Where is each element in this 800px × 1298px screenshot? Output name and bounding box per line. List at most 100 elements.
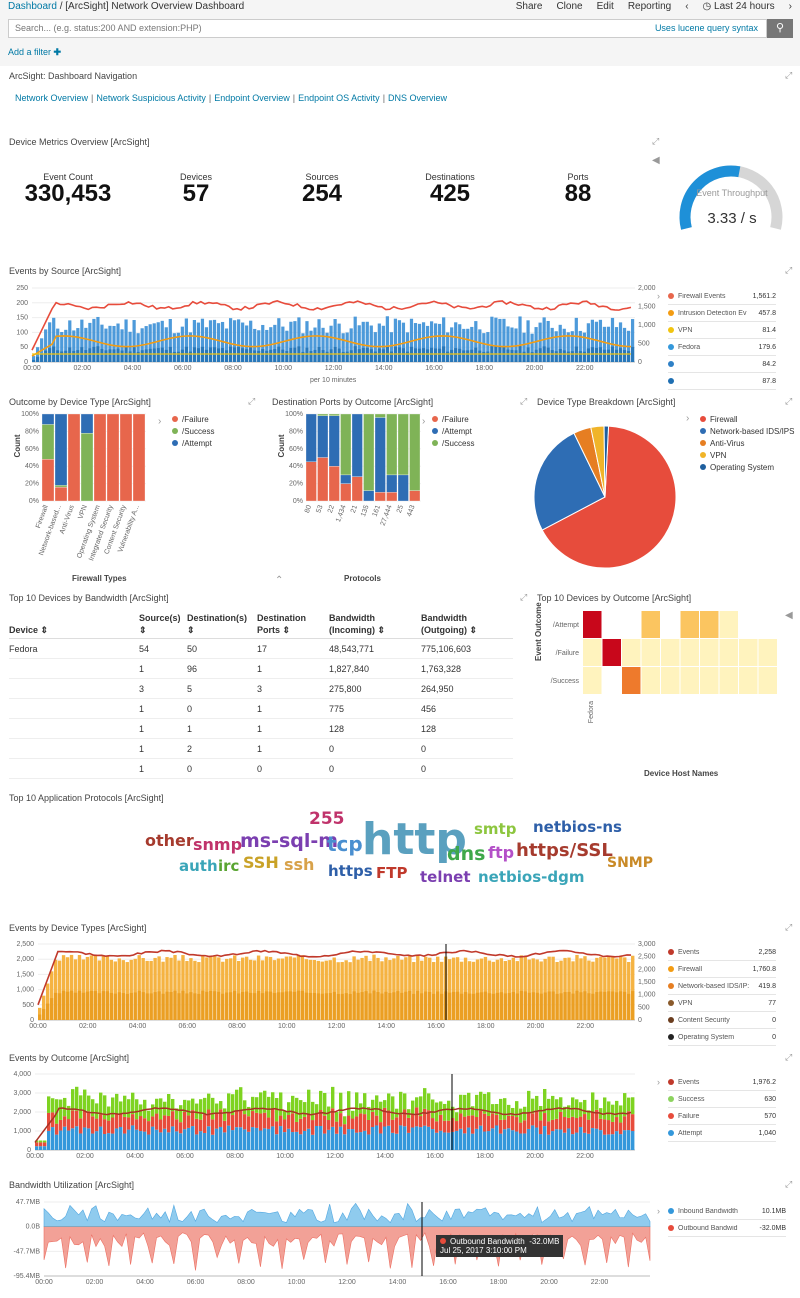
heat-cell[interactable] — [641, 667, 661, 694]
column-header[interactable]: Device ⇕ — [9, 612, 139, 639]
time-picker[interactable]: ◷ Last 24 hours — [703, 1, 775, 12]
events-outcome-chart[interactable]: 4,0003,0002,0001,000000:00 02:00 04:00 06:0… — [0, 1070, 665, 1165]
heat-cell[interactable] — [719, 667, 739, 694]
legend-item[interactable]: Operating System 0 — [668, 1029, 776, 1046]
protocol-word[interactable]: SNMP — [607, 856, 653, 870]
time-next-icon[interactable]: › — [789, 1, 792, 12]
legend-toggle-icon[interactable]: › — [422, 416, 425, 427]
heat-cell[interactable] — [739, 667, 758, 694]
heat-cell[interactable] — [680, 639, 700, 666]
legend-toggle-icon[interactable]: › — [657, 1077, 660, 1087]
protocol-word[interactable]: snmp — [193, 837, 242, 853]
table-row[interactable]: 1 96 1 1,827,840 1,763,328 — [9, 658, 513, 679]
expand-icon[interactable]: ⤢ — [520, 592, 527, 603]
breadcrumb-dashboard-link[interactable]: Dashboard — [8, 1, 57, 12]
edit-button[interactable]: Edit — [597, 1, 614, 12]
legend-item[interactable]: Attempt 1,040 — [668, 1125, 776, 1142]
device-breakdown-pie[interactable] — [533, 425, 683, 575]
table-row[interactable]: Fedora 54 50 17 48,543,771 775,106,603 — [9, 638, 513, 659]
protocol-word[interactable]: SSH — [243, 855, 279, 871]
heat-cell[interactable] — [700, 639, 719, 666]
heat-cell[interactable] — [719, 639, 739, 666]
heat-cell[interactable] — [661, 639, 680, 666]
events-device-types-chart[interactable]: 2,500 2,000 1,500 1,000 500 0 3,000 2,500 2,000 1… — [0, 940, 665, 1035]
legend-item[interactable]: 87.8 — [668, 373, 776, 390]
heat-cell[interactable] — [719, 611, 739, 638]
column-header[interactable]: Destination Ports ⇕ — [257, 612, 329, 639]
events-by-source-chart[interactable]: 2502001501005002,0001,5001,000500000:00 0… — [0, 282, 665, 387]
legend-item[interactable]: Intrusion Detection Ev 457.8 — [668, 305, 776, 322]
heat-cell[interactable] — [739, 639, 758, 666]
legend-item[interactable]: Events 1,976.2 — [668, 1074, 776, 1091]
table-row[interactable]: 10000 — [9, 758, 513, 779]
protocol-word[interactable]: netbios-ns — [533, 820, 622, 835]
legend-item[interactable]: Outbound Bandwid -32.0MB — [668, 1220, 786, 1237]
legend-item[interactable]: Network-based IDS/IP: 419.8 — [668, 978, 776, 995]
legend-item[interactable]: /Success — [432, 437, 474, 449]
protocol-word[interactable]: auth — [179, 859, 218, 874]
expand-icon[interactable]: ⤢ — [785, 1052, 792, 1063]
legend-item[interactable]: /Failure — [432, 413, 474, 425]
heat-cell[interactable] — [700, 667, 719, 694]
heat-cell[interactable] — [602, 639, 622, 666]
nav-link-5[interactable]: DNS Overview — [388, 93, 447, 103]
table-row[interactable]: 1 1 1 128 128 — [9, 718, 513, 739]
heat-cell[interactable] — [680, 667, 700, 694]
bandwidth-chart[interactable]: 47.7MB0.0B-47.7MB-95.4MB00:00 02:00 04:00 0… — [0, 1196, 665, 1296]
column-header[interactable]: Destination(s) ⇕ — [187, 612, 257, 639]
legend-item[interactable]: Operating System — [700, 461, 794, 473]
heat-cell[interactable] — [583, 639, 602, 666]
protocol-word[interactable]: ssh — [284, 857, 314, 873]
top-outcome-heatmap[interactable]: /Attempt/Failure/Success Event Outcome Fed… — [533, 602, 783, 768]
protocol-word[interactable]: FTP — [376, 866, 407, 881]
nav-link-1[interactable]: Network Overview — [15, 93, 88, 103]
heat-cell[interactable] — [622, 639, 641, 666]
search-button[interactable]: ⚲ — [767, 19, 793, 38]
nav-link-2[interactable]: Network Suspicious Activity — [96, 93, 206, 103]
legend-item[interactable]: Firewall 1,760.8 — [668, 961, 776, 978]
protocol-word[interactable]: irc — [218, 859, 239, 874]
legend-item[interactable]: VPN 81.4 — [668, 322, 776, 339]
heat-cell[interactable] — [641, 639, 661, 666]
legend-item[interactable]: /Attempt — [172, 437, 214, 449]
heat-cell[interactable] — [758, 667, 778, 694]
table-row[interactable]: 1 0 1 775 456 — [9, 698, 513, 719]
protocol-word[interactable]: other — [145, 833, 194, 849]
heat-cell[interactable] — [583, 611, 602, 638]
legend-item[interactable]: VPN 77 — [668, 995, 776, 1012]
legend-toggle-icon[interactable]: › — [657, 1206, 660, 1216]
legend-item[interactable]: Events 2,258 — [668, 944, 776, 961]
heat-cell[interactable] — [661, 667, 680, 694]
legend-item[interactable]: VPN — [700, 449, 794, 461]
legend-item[interactable]: Anti-Virus — [700, 437, 794, 449]
expand-icon[interactable]: ⤢ — [785, 396, 792, 407]
protocol-word[interactable]: tcp — [327, 834, 363, 854]
search-input[interactable]: Search... (e.g. status:200 AND extension… — [8, 19, 767, 38]
legend-item[interactable]: Firewall Events 1,561.2 — [668, 288, 776, 305]
expand-icon[interactable]: ⤢ — [785, 1179, 792, 1190]
lucene-syntax-link[interactable]: Uses lucene query syntax — [655, 23, 758, 33]
legend-item[interactable]: Inbound Bandwidth 10.1MB — [668, 1203, 786, 1220]
share-button[interactable]: Share — [516, 1, 543, 12]
heat-cell[interactable] — [758, 639, 778, 666]
expand-icon[interactable]: ⤢ — [785, 70, 792, 81]
column-header[interactable]: Bandwidth (Incoming) ⇕ — [329, 612, 421, 639]
time-prev-icon[interactable]: ‹ — [685, 1, 688, 12]
protocol-word[interactable]: dns — [447, 845, 485, 864]
legend-item[interactable]: Fedora 179.6 — [668, 339, 776, 356]
heat-cell[interactable] — [641, 611, 661, 638]
expand-icon[interactable]: ⤢ — [248, 396, 255, 407]
legend-item[interactable]: /Failure — [172, 413, 214, 425]
protocol-word[interactable]: ms-sql-m — [240, 832, 338, 851]
legend-item[interactable]: Network-based IDS/IPS — [700, 425, 794, 437]
nav-link-3[interactable]: Endpoint Overview — [214, 93, 290, 103]
clone-button[interactable]: Clone — [556, 1, 582, 12]
heat-cell[interactable] — [680, 611, 700, 638]
legend-toggle-icon[interactable]: › — [686, 413, 689, 424]
dest-ports-chart[interactable]: 100% 80% 60% 40% 20% 0% Count 80 53 221,434 21 135 1… — [268, 411, 428, 572]
column-header[interactable]: Source(s) ⇕ — [139, 612, 187, 639]
collapse-legend-icon[interactable]: ◀ — [785, 610, 793, 621]
scroll-up-icon[interactable]: ⌃ — [275, 575, 283, 586]
legend-item[interactable]: Firewall — [700, 413, 794, 425]
reporting-button[interactable]: Reporting — [628, 1, 671, 12]
